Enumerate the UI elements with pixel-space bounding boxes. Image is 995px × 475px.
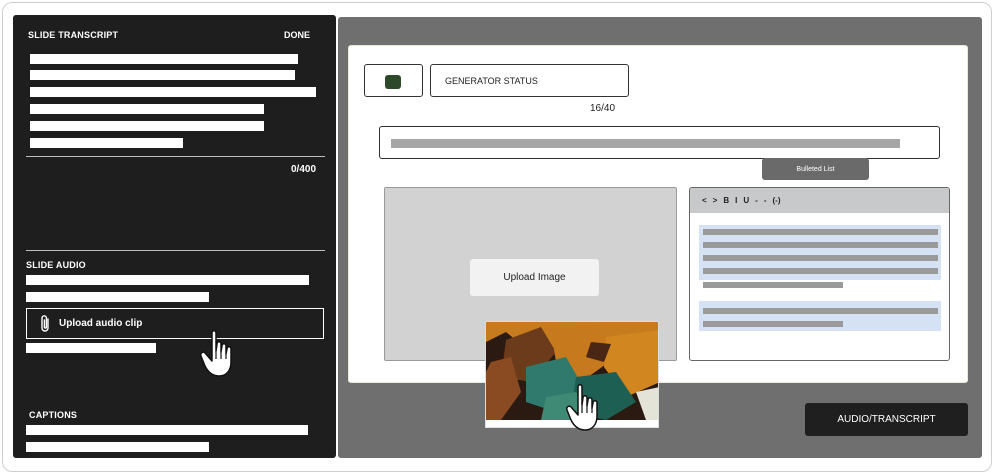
left-panel: SLIDE TRANSCRIPT DONE 0/400 SLIDE AUDIO … xyxy=(13,15,336,458)
toolbar-dash-button[interactable]: - xyxy=(764,196,767,205)
text-editor[interactable]: < > B I U - - (-) xyxy=(689,187,950,361)
transcript-char-counter: 0/400 xyxy=(291,164,317,175)
slide-audio-label: SLIDE AUDIO xyxy=(26,260,86,270)
pointer-hand-icon xyxy=(566,384,598,431)
upload-audio-label: Upload audio clip xyxy=(59,318,143,329)
generator-status-field[interactable]: GENERATOR STATUS xyxy=(430,64,629,97)
text-line xyxy=(703,321,843,327)
toolbar-italic-button[interactable]: I xyxy=(735,196,737,205)
text-line xyxy=(703,255,938,261)
transcript-line xyxy=(30,138,183,148)
transcript-line xyxy=(30,121,264,131)
divider xyxy=(26,156,325,157)
title-placeholder-bar xyxy=(391,139,900,148)
color-picker-button[interactable] xyxy=(364,64,423,97)
text-line xyxy=(703,242,938,248)
toolbar-dash-button[interactable]: - xyxy=(755,196,758,205)
slide-title-input[interactable] xyxy=(379,126,940,159)
divider xyxy=(26,250,325,251)
generator-status-value: GENERATOR STATUS xyxy=(445,75,538,86)
toolbar-list-button[interactable]: (-) xyxy=(772,196,780,205)
transcript-line xyxy=(30,70,295,80)
pointer-hand-icon xyxy=(200,330,232,377)
done-button[interactable]: DONE xyxy=(284,30,310,40)
toolbar-underline-button[interactable]: U xyxy=(743,196,749,205)
bulleted-list-tooltip: Bulleted List xyxy=(762,158,869,180)
text-line xyxy=(703,308,938,314)
color-swatch-icon xyxy=(385,75,401,89)
transcript-line xyxy=(30,54,298,64)
upload-image-button[interactable]: Upload Image xyxy=(470,259,599,296)
audio-text-line xyxy=(26,292,209,302)
text-line xyxy=(703,268,938,274)
toolbar-prev-button[interactable]: < xyxy=(702,196,707,205)
editor-toolbar: < > B I U - - (-) xyxy=(690,188,949,213)
captions-label: CAPTIONS xyxy=(29,410,78,420)
audio-text-line xyxy=(26,343,156,353)
text-line xyxy=(703,229,938,235)
transcript-line xyxy=(30,87,316,97)
upload-audio-button[interactable]: Upload audio clip xyxy=(26,308,324,339)
status-char-counter: 16/40 xyxy=(590,103,616,114)
text-line xyxy=(703,282,843,288)
toolbar-bold-button[interactable]: B xyxy=(723,196,729,205)
toolbar-next-button[interactable]: > xyxy=(713,196,718,205)
slide-transcript-label: SLIDE TRANSCRIPT xyxy=(28,30,119,40)
audio-text-line xyxy=(26,275,309,285)
workspace: GENERATOR STATUS 16/40 Bulleted List Upl… xyxy=(338,17,982,458)
caption-line xyxy=(26,425,308,435)
paperclip-icon xyxy=(41,314,49,332)
transcript-line xyxy=(30,104,264,114)
audio-transcript-button[interactable]: AUDIO/TRANSCRIPT xyxy=(805,403,968,436)
caption-line xyxy=(26,442,209,452)
